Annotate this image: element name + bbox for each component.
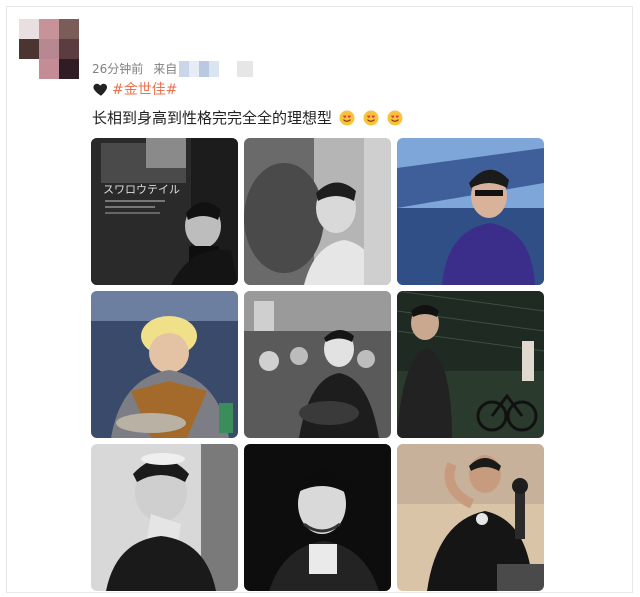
photo-thumbnail[interactable] <box>397 444 544 591</box>
photo-thumbnail[interactable] <box>244 291 391 438</box>
redacted-block <box>237 60 254 77</box>
post-meta: 26分钟前 来自 <box>92 60 254 77</box>
heart-eyes-emoji-icon <box>339 110 355 125</box>
post-time[interactable]: 26分钟前 <box>92 60 143 77</box>
photo-grid: スワロウテイル <box>91 138 544 591</box>
photo-thumbnail[interactable]: スワロウテイル <box>91 138 238 285</box>
photo-thumbnail[interactable] <box>244 138 391 285</box>
post-text: 长相到身高到性格完完全全的理想型 <box>92 107 404 128</box>
topic-link[interactable]: #金世佳# <box>112 79 177 99</box>
photo-thumbnail[interactable] <box>244 444 391 591</box>
redacted-source <box>179 60 220 77</box>
photo-thumbnail[interactable] <box>397 138 544 285</box>
photo-thumbnail[interactable] <box>91 444 238 591</box>
black-heart-icon <box>93 83 108 96</box>
post-source-label: 来自 <box>153 62 178 76</box>
heart-eyes-emoji-icon <box>387 110 403 125</box>
poster-title: スワロウテイル <box>103 183 180 196</box>
avatar[interactable] <box>19 19 79 79</box>
topic-line: #金世佳# <box>92 79 177 99</box>
heart-eyes-emoji-icon <box>363 110 379 125</box>
photo-thumbnail[interactable] <box>91 291 238 438</box>
post-body: 长相到身高到性格完完全全的理想型 <box>92 109 333 127</box>
photo-thumbnail[interactable] <box>397 291 544 438</box>
